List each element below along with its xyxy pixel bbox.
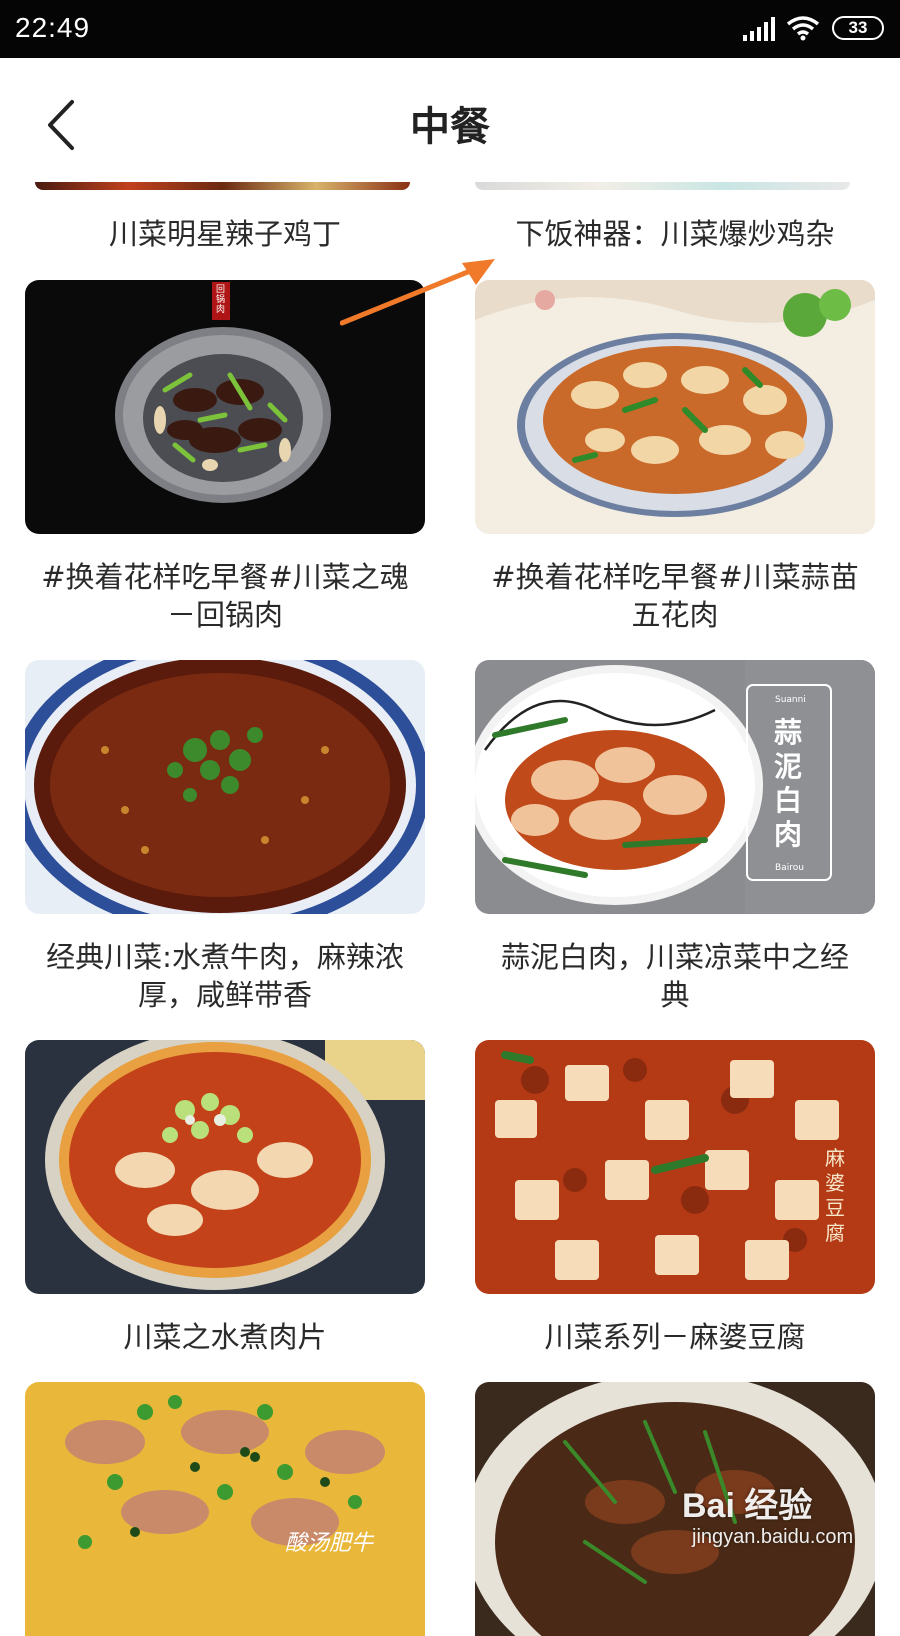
recipe-image-partial[interactable]	[35, 182, 410, 190]
sour-soup-beef-photo: 酸汤肥牛	[25, 1382, 425, 1636]
recipe-title[interactable]: 蒜泥白肉，川菜凉菜中之经 典	[475, 938, 875, 1014]
watermark-logo: Bai 经验	[682, 1487, 813, 1525]
recipe-title-text: #换着花样吃早餐#川菜之魂 －回锅肉	[41, 560, 409, 632]
battery-icon: 33	[832, 16, 884, 40]
photo-bottom-text: Bairou	[775, 863, 804, 873]
recipe-title[interactable]: 川菜明星辣子鸡丁	[25, 215, 425, 253]
photo-top-text: Suanni	[775, 695, 806, 705]
annotation-arrow-icon	[340, 259, 495, 326]
recipe-title-text: 蒜泥白肉，川菜凉菜中之经 典	[500, 940, 849, 1012]
garlic-white-pork-photo: Suanni 蒜泥白肉 Bairou	[475, 660, 875, 914]
recipe-title-text: 经典川菜:水煮牛肉，麻辣浓 厚，咸鲜带香	[46, 940, 404, 1012]
battery-level: 33	[848, 18, 868, 37]
recipe-title[interactable]: 下饭神器：川菜爆炒鸡杂	[475, 215, 875, 253]
recipe-image-partial[interactable]	[475, 182, 850, 190]
mapo-tofu-photo: 麻婆豆腐	[475, 1040, 875, 1294]
baidu-jingyan-watermark: Bai 经验 jingyan.baidu.com	[682, 1478, 872, 1588]
recipe-image[interactable]: Suanni 蒜泥白肉 Bairou	[475, 660, 875, 914]
app-header: 中餐	[0, 58, 900, 186]
clock: 22:49	[15, 12, 91, 43]
photo-side-text: 麻婆豆腐	[825, 1146, 845, 1245]
recipe-image[interactable]: 酸汤肥牛	[25, 1382, 425, 1636]
recipe-image[interactable]: 麻婆豆腐	[475, 1040, 875, 1294]
recipe-image[interactable]	[475, 280, 875, 534]
status-bar: 22:49 33	[0, 0, 900, 58]
watermark-url: jingyan.baidu.com	[692, 1526, 854, 1548]
recipe-title[interactable]: 经典川菜:水煮牛肉，麻辣浓 厚，咸鲜带香	[25, 938, 425, 1014]
recipe-title[interactable]: #换着花样吃早餐#川菜之魂 －回锅肉	[25, 558, 425, 634]
recipe-title[interactable]: #换着花样吃早餐#川菜蒜苗 五花肉	[475, 558, 875, 634]
garlic-sprout-pork-photo	[475, 280, 875, 534]
photo-banner-text: 蒜泥白肉	[774, 716, 802, 851]
boiled-pork-slices-photo	[25, 1040, 425, 1294]
photo-seal-text: 回锅肉	[216, 284, 225, 315]
wifi-icon	[786, 16, 820, 41]
recipe-title[interactable]: 川菜系列－麻婆豆腐	[475, 1318, 875, 1356]
page-title: 中餐	[410, 104, 490, 150]
recipe-image[interactable]	[25, 660, 425, 914]
photo-caption-text: 酸汤肥牛	[285, 1531, 375, 1556]
boiled-beef-photo	[25, 660, 425, 914]
cellular-signal-icon	[743, 17, 775, 41]
recipe-title-text: #换着花样吃早餐#川菜蒜苗 五花肉	[491, 560, 859, 632]
recipe-title[interactable]: 川菜之水煮肉片	[25, 1318, 425, 1356]
recipe-image[interactable]	[25, 1040, 425, 1294]
